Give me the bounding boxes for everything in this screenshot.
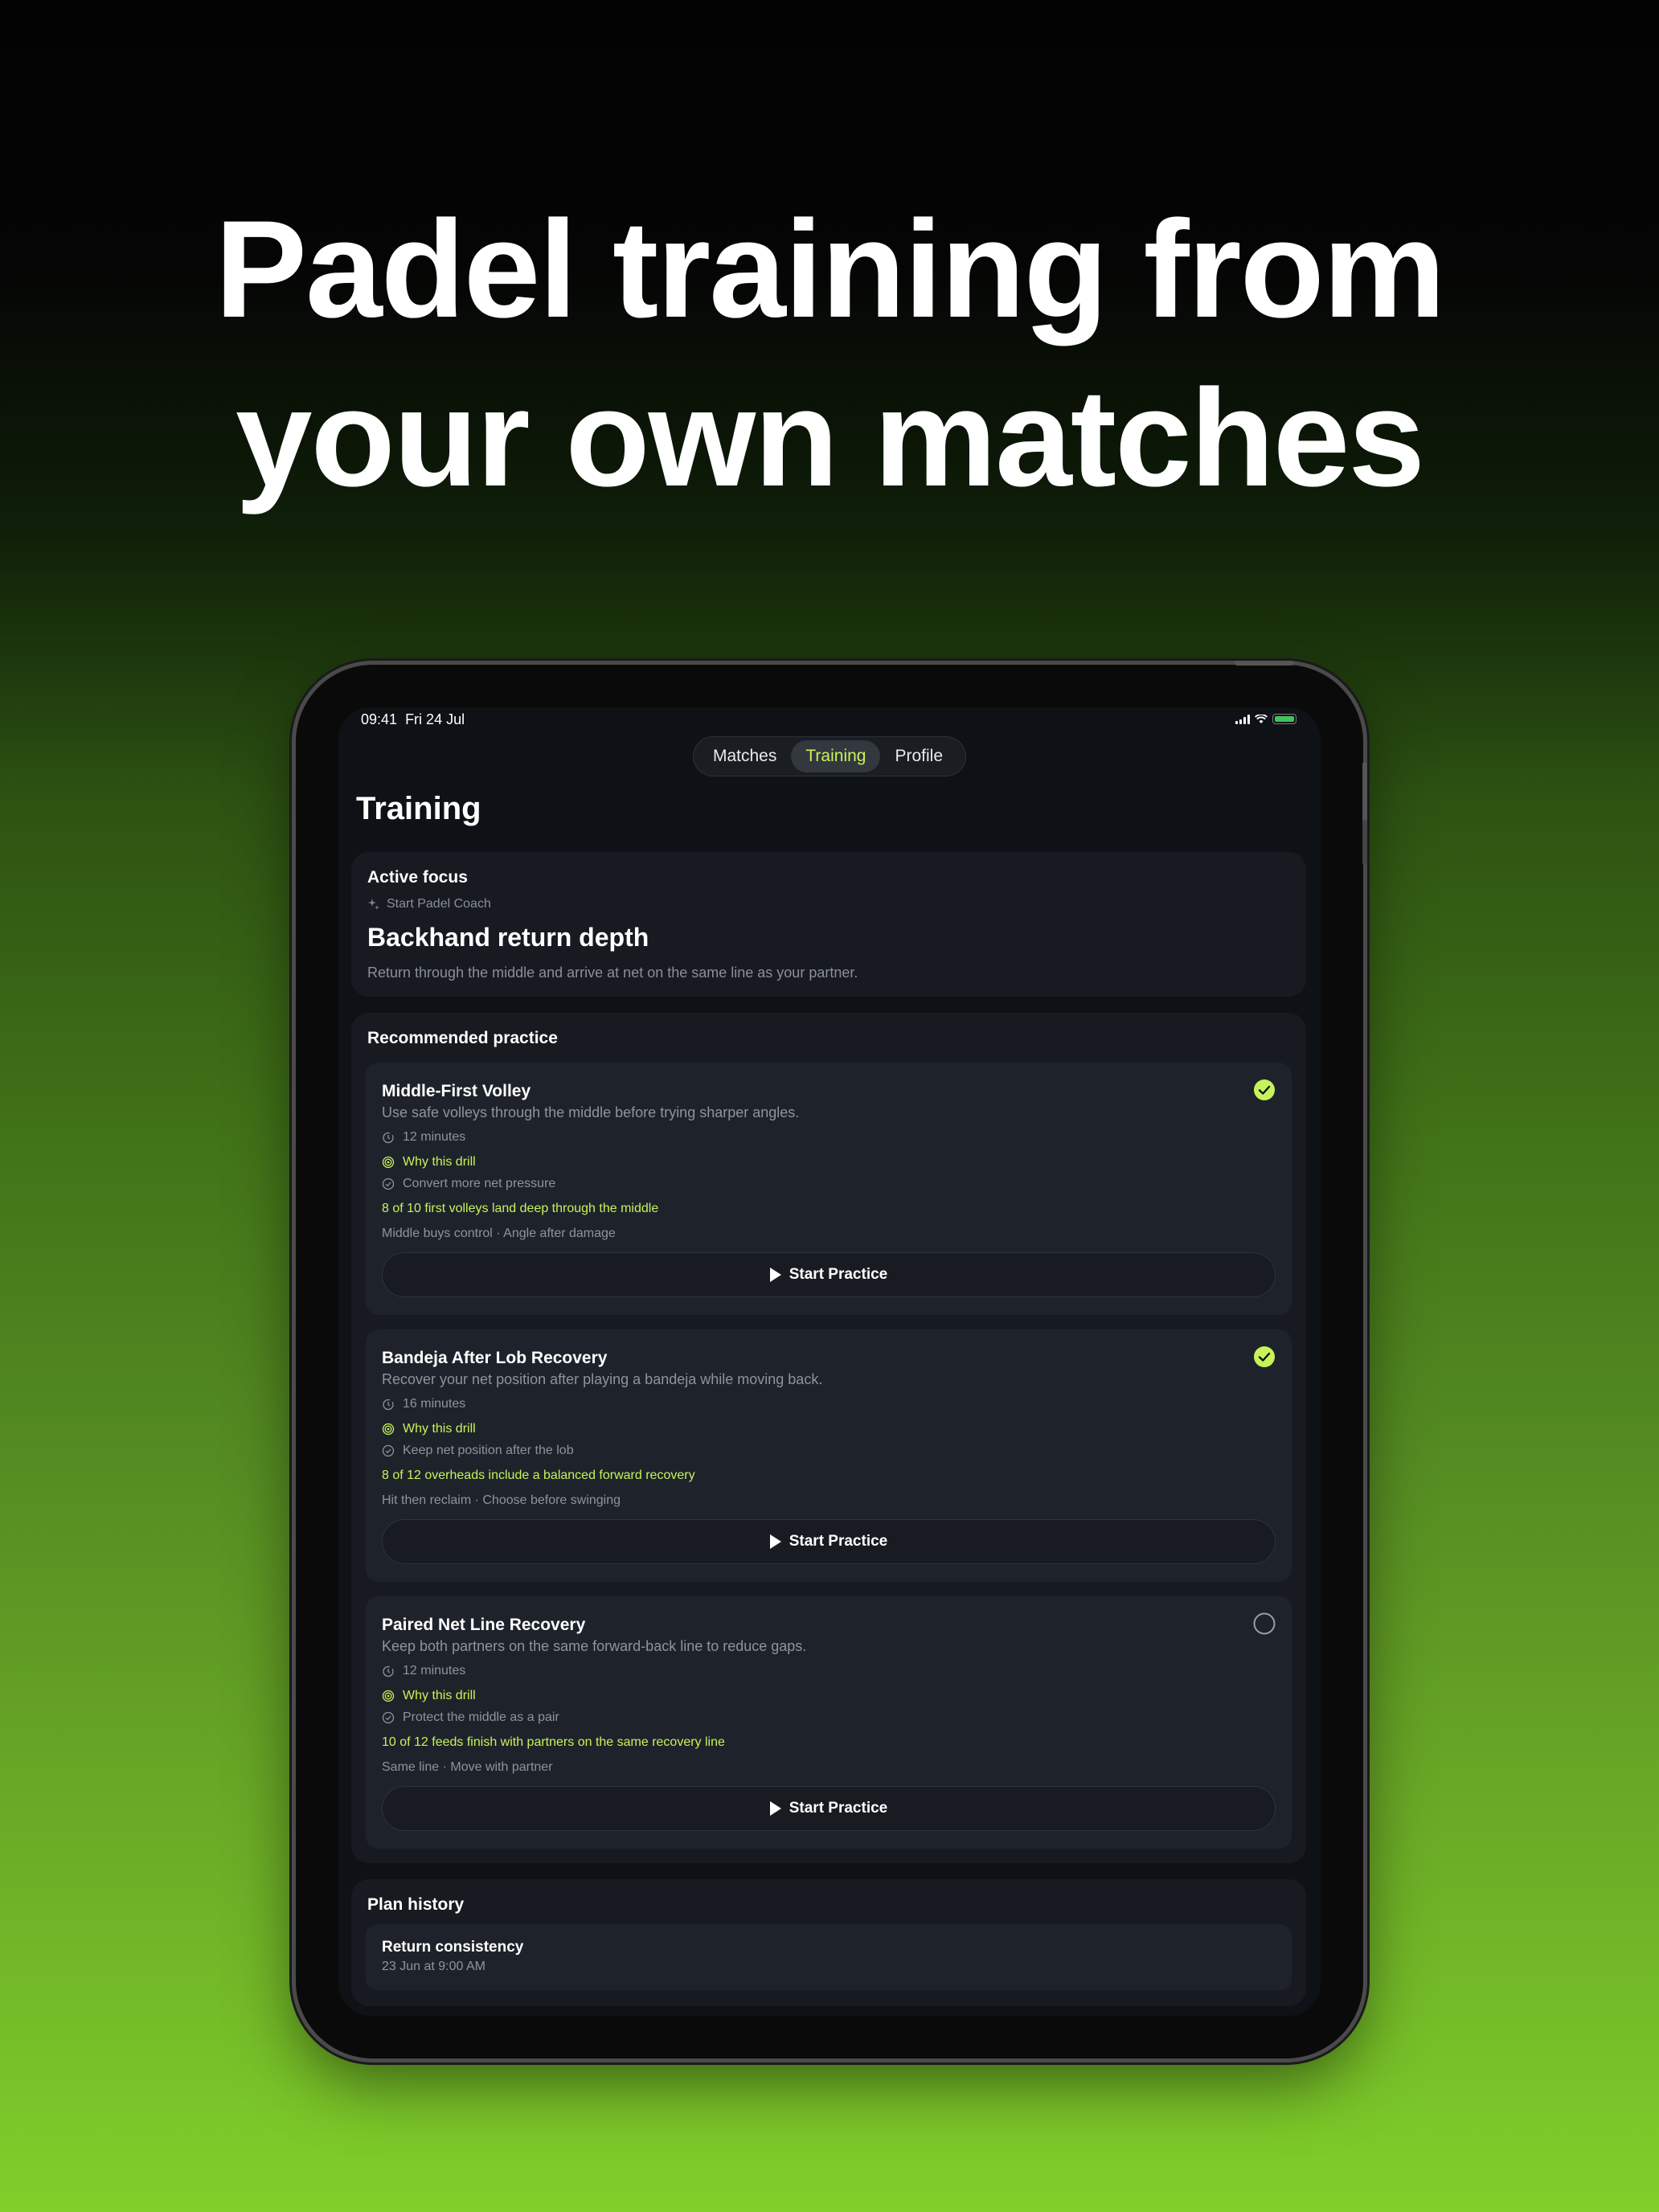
target-icon	[382, 1690, 395, 1702]
drill-duration: 16 minutes	[403, 1397, 466, 1411]
tab-matches[interactable]: Matches	[698, 740, 791, 772]
check-circle-icon	[382, 1444, 395, 1457]
status-icons	[1235, 714, 1296, 724]
start-practice-label: Start Practice	[789, 1800, 888, 1817]
why-this-drill-label: Why this drill	[403, 1689, 476, 1702]
drill-duration-row: 12 minutes	[382, 1130, 465, 1145]
completed-check-icon[interactable]	[1253, 1346, 1276, 1368]
start-practice-button[interactable]: Start Practice	[382, 1519, 1276, 1564]
focus-description: Return through the middle and arrive at …	[367, 965, 858, 981]
drill-tags: Same line · Move with partner	[382, 1760, 553, 1774]
history-item-date: 23 Jun at 9:00 AM	[382, 1960, 485, 1973]
start-practice-label: Start Practice	[789, 1266, 888, 1283]
target-icon	[382, 1423, 395, 1436]
play-icon	[769, 1268, 781, 1282]
timer-icon	[383, 1665, 394, 1677]
timer-icon	[383, 1399, 394, 1411]
start-practice-button[interactable]: Start Practice	[382, 1252, 1276, 1297]
page-title: Training	[356, 791, 481, 826]
drill-reason: Protect the middle as a pair	[403, 1710, 559, 1724]
drill-tags: Middle buys control · Angle after damage	[382, 1227, 616, 1240]
check-circle-icon	[382, 1178, 395, 1190]
drill-reason-row: Keep net position after the lob	[382, 1444, 574, 1458]
why-this-drill-link[interactable]: Why this drill	[382, 1422, 476, 1436]
start-coach-link[interactable]: Start Padel Coach	[367, 897, 491, 911]
status-bar-time: 09:41 Fri 24 Jul	[361, 711, 465, 728]
check-circle-icon	[382, 1711, 395, 1724]
drill-reason-row: Protect the middle as a pair	[382, 1710, 559, 1725]
recommended-practice-card: Recommended practice Middle-First Volley…	[351, 1013, 1306, 1863]
drill-goal: 8 of 10 first volleys land deep through …	[382, 1202, 659, 1215]
plan-history-heading: Plan history	[367, 1895, 465, 1914]
status-time: 09:41	[361, 711, 398, 727]
cellular-signal-icon	[1235, 714, 1250, 724]
drill-name: Bandeja After Lob Recovery	[382, 1349, 608, 1367]
drill-duration: 12 minutes	[403, 1664, 466, 1677]
why-this-drill-label: Why this drill	[403, 1422, 476, 1436]
drill-name: Middle-First Volley	[382, 1082, 531, 1100]
drill-duration-row: 16 minutes	[382, 1397, 465, 1411]
drill-goal: 8 of 12 overheads include a balanced for…	[382, 1469, 695, 1482]
target-icon	[382, 1156, 395, 1169]
start-coach-label: Start Padel Coach	[387, 897, 491, 911]
start-practice-button[interactable]: Start Practice	[382, 1786, 1276, 1831]
why-this-drill-link[interactable]: Why this drill	[382, 1155, 476, 1169]
tab-profile[interactable]: Profile	[880, 740, 957, 772]
tab-bar: Matches Training Profile	[693, 736, 966, 776]
active-focus-heading: Active focus	[367, 868, 468, 887]
play-icon	[769, 1534, 781, 1549]
drill-description: Keep both partners on the same forward-b…	[382, 1638, 807, 1654]
drill-card[interactable]: Paired Net Line Recovery Keep both partne…	[366, 1596, 1292, 1849]
wifi-icon	[1255, 714, 1268, 723]
drill-duration-row: 12 minutes	[382, 1664, 465, 1678]
headline-line-2: your own matches	[235, 361, 1425, 515]
why-this-drill-label: Why this drill	[403, 1155, 476, 1169]
drill-card[interactable]: Bandeja After Lob Recovery Recover your n…	[366, 1329, 1292, 1582]
battery-icon	[1272, 714, 1296, 724]
play-icon	[769, 1801, 781, 1816]
app-screen: 09:41 Fri 24 Jul Matches Training Profil…	[338, 707, 1321, 2016]
drill-reason: Keep net position after the lob	[403, 1444, 574, 1457]
headline: Padel training from your own matches	[0, 185, 1659, 522]
drill-tags: Hit then reclaim · Choose before swingin…	[382, 1493, 621, 1507]
start-practice-label: Start Practice	[789, 1533, 888, 1550]
plan-history-card: Plan history Return consistency 23 Jun a…	[351, 1879, 1306, 2006]
completed-check-icon[interactable]	[1253, 1079, 1276, 1101]
drill-description: Recover your net position after playing …	[382, 1371, 823, 1387]
drill-goal: 10 of 12 feeds finish with partners on t…	[382, 1735, 725, 1749]
incomplete-circle-icon[interactable]	[1253, 1612, 1276, 1635]
why-this-drill-link[interactable]: Why this drill	[382, 1689, 476, 1703]
drill-reason-row: Convert more net pressure	[382, 1177, 555, 1191]
active-focus-card: Active focus Start Padel Coach Backhand …	[351, 852, 1306, 997]
focus-title: Backhand return depth	[367, 923, 649, 952]
status-date: Fri 24 Jul	[405, 711, 465, 727]
tablet-volume-down-button	[1362, 820, 1367, 865]
sparkle-icon	[368, 899, 379, 910]
history-item[interactable]: Return consistency 23 Jun at 9:00 AM	[366, 1924, 1292, 1990]
tablet-top-button	[1235, 661, 1294, 666]
drill-reason: Convert more net pressure	[403, 1177, 556, 1190]
drill-name: Paired Net Line Recovery	[382, 1616, 586, 1634]
drill-duration: 12 minutes	[403, 1130, 466, 1144]
timer-icon	[383, 1132, 394, 1144]
history-item-name: Return consistency	[382, 1939, 524, 1956]
drill-description: Use safe volleys through the middle befo…	[382, 1104, 800, 1120]
recommended-heading: Recommended practice	[367, 1029, 558, 1047]
headline-line-1: Padel training from	[215, 192, 1445, 346]
tab-training[interactable]: Training	[791, 740, 881, 772]
drill-card[interactable]: Middle-First Volley Use safe volleys thro…	[366, 1063, 1292, 1315]
